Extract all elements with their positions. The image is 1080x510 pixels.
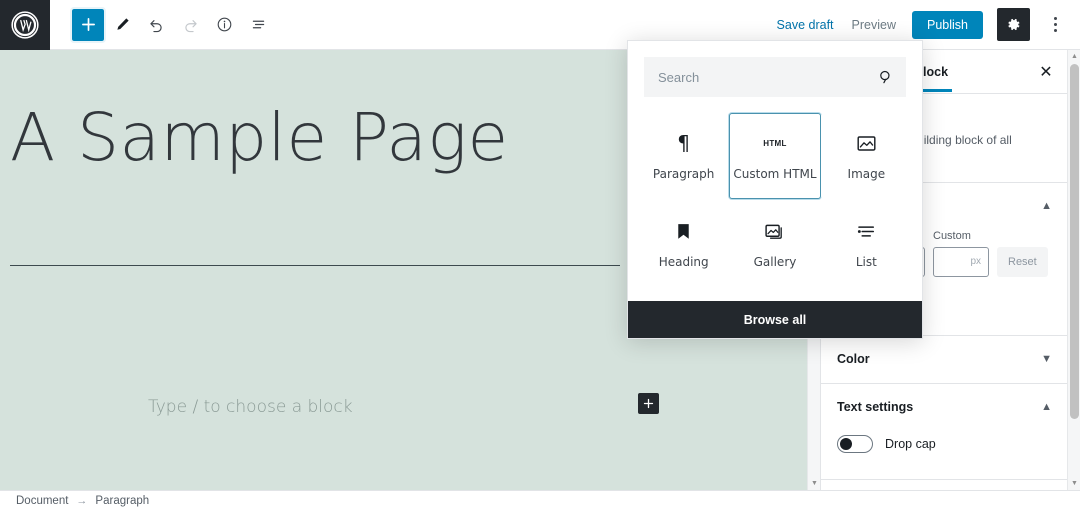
inserter-block-grid: ¶ Paragraph HTML Custom HTML Image Headi… [628, 109, 922, 301]
inserter-item-label: Custom HTML [733, 167, 817, 181]
title-divider [10, 265, 620, 266]
chevron-down-icon[interactable]: ▼ [1041, 353, 1052, 365]
image-icon [856, 131, 877, 155]
redo-button[interactable] [174, 9, 206, 41]
section-color: Color ▼ [821, 336, 1068, 384]
list-view-button[interactable] [242, 9, 274, 41]
drop-cap-label: Drop cap [885, 436, 936, 451]
wordpress-logo-icon[interactable] [0, 0, 50, 50]
inserter-search[interactable] [644, 57, 906, 97]
kebab-dot [1053, 23, 1057, 26]
paragraph-placeholder[interactable]: Type / to choose a block [148, 397, 353, 417]
heading-icon [674, 219, 693, 243]
undo-button[interactable] [140, 9, 172, 41]
inserter-search-wrap [628, 41, 922, 109]
edit-mode-button[interactable] [106, 9, 138, 41]
section-text-settings: Text settings ▲ Drop cap [821, 384, 1068, 480]
inserter-item-custom-html[interactable]: HTML Custom HTML [729, 113, 821, 199]
save-draft-button[interactable]: Save draft [775, 14, 836, 36]
browse-all-button[interactable]: Browse all [628, 301, 922, 338]
custom-size-field: Custom px [933, 230, 989, 277]
kebab-dot [1053, 17, 1057, 20]
toggle-knob [840, 437, 852, 450]
reset-button[interactable]: Reset [997, 246, 1048, 277]
inline-add-block-button[interactable] [638, 393, 659, 414]
publish-button[interactable]: Publish [912, 10, 983, 39]
post-title[interactable]: A Sample Page [10, 105, 650, 171]
inserter-item-label: Heading [658, 255, 709, 269]
custom-html-icon: HTML [763, 131, 786, 155]
more-options-button[interactable] [1044, 10, 1066, 40]
inserter-item-image[interactable]: Image [820, 113, 912, 199]
breadcrumb-document[interactable]: Document [16, 495, 68, 507]
inserter-item-label: Paragraph [652, 167, 715, 181]
block-inserter-popover: ¶ Paragraph HTML Custom HTML Image [627, 40, 923, 339]
custom-size-unit: px [970, 256, 981, 268]
sidebar-scrollbar[interactable]: ▲ ▼ [1067, 50, 1080, 490]
inserter-item-label: List [855, 255, 877, 269]
sidebar-scroll-down-icon[interactable]: ▼ [1068, 477, 1080, 490]
pilcrow-glyph: ¶ [677, 131, 691, 155]
drop-cap-toggle[interactable] [837, 434, 873, 453]
section-body-text-settings: Drop cap [837, 431, 1052, 479]
breadcrumb-separator-icon: → [76, 494, 88, 507]
content-info-button[interactable] [208, 9, 240, 41]
sidebar-scroll-up-icon[interactable]: ▲ [1068, 50, 1080, 63]
custom-size-label: Custom [933, 229, 971, 242]
section-header-text-settings[interactable]: Text settings ▲ [837, 384, 1052, 431]
inserter-item-label: Gallery [753, 255, 797, 269]
chevron-up-icon[interactable]: ▲ [1041, 401, 1052, 413]
inserter-item-label: Image [847, 167, 886, 181]
preview-button[interactable]: Preview [850, 14, 898, 36]
inserter-item-list[interactable]: List [820, 201, 912, 287]
breadcrumb-block[interactable]: Paragraph [95, 495, 149, 507]
gallery-icon [764, 219, 785, 243]
search-input[interactable] [644, 57, 906, 97]
inserter-item-paragraph[interactable]: ¶ Paragraph [638, 113, 730, 199]
sidebar-scroll-thumb[interactable] [1070, 64, 1079, 419]
settings-gear-icon[interactable] [997, 8, 1030, 41]
toolbar-left-group [50, 6, 274, 43]
section-header-color[interactable]: Color ▼ [837, 336, 1052, 383]
section-title: Text settings [837, 400, 914, 415]
editor-breadcrumb-bar: Document → Paragraph [0, 490, 1080, 510]
drop-cap-row: Drop cap [837, 431, 1052, 463]
add-block-button[interactable] [70, 6, 106, 43]
breadcrumb: Document → Paragraph [0, 495, 149, 507]
custom-size-input[interactable]: px [933, 246, 989, 277]
toolbar-right-group: Save draft Preview Publish [775, 8, 1080, 41]
inserter-item-heading[interactable]: Heading [638, 201, 730, 287]
close-icon[interactable]: ✕ [1032, 58, 1060, 86]
inserter-item-gallery[interactable]: Gallery [729, 201, 821, 287]
wordpress-block-editor: Save draft Preview Publish A Sample Page… [0, 0, 1080, 510]
chevron-up-icon[interactable]: ▲ [1041, 200, 1052, 212]
paragraph-icon: ¶ [677, 131, 690, 155]
list-icon [856, 219, 877, 243]
html-glyph: HTML [763, 138, 787, 148]
kebab-dot [1053, 29, 1057, 32]
section-title: Color [837, 352, 870, 367]
